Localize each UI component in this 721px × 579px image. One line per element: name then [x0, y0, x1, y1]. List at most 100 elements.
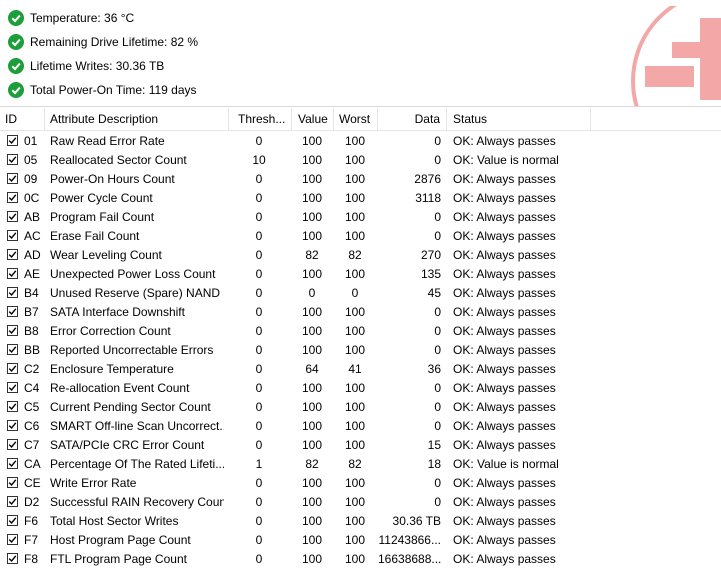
table-row[interactable]: F6 Total Host Sector Writes 0 100 100 30.36 T… — [0, 512, 721, 531]
ok-check-icon — [8, 10, 24, 26]
cell-id: AE — [24, 267, 41, 281]
cell-worst: 100 — [344, 191, 366, 205]
table-row[interactable]: 09 Power-On Hours Count 0 100 100 2876 OK: Alw… — [0, 170, 721, 189]
row-checkbox[interactable] — [7, 306, 18, 317]
checkmark-icon — [8, 137, 17, 145]
cell-data: 0 — [434, 400, 441, 414]
cell-description: Percentage Of The Rated Lifeti... — [50, 457, 224, 471]
cell-description: Unexpected Power Loss Count — [50, 267, 216, 281]
table-row[interactable]: D2 Successful RAIN Recovery Count 0 100 100 0… — [0, 493, 721, 512]
row-checkbox[interactable] — [7, 363, 18, 374]
table-row[interactable]: C4 Re-allocation Event Count 0 100 100 0 OK: A… — [0, 379, 721, 398]
cell-threshold: 0 — [255, 248, 263, 262]
column-header-id[interactable]: ID — [0, 108, 45, 130]
table-row[interactable]: C7 SATA/PCIe CRC Error Count 0 100 100 15 OK: … — [0, 436, 721, 455]
cell-worst: 0 — [351, 286, 359, 300]
row-checkbox[interactable] — [7, 496, 18, 507]
checkmark-icon — [8, 251, 17, 259]
checkmark-icon — [8, 555, 17, 563]
row-checkbox[interactable] — [7, 211, 18, 222]
ok-check-icon — [8, 82, 24, 98]
row-checkbox[interactable] — [7, 268, 18, 279]
cell-value: 100 — [301, 476, 323, 490]
row-checkbox[interactable] — [7, 287, 18, 298]
row-checkbox[interactable] — [7, 192, 18, 203]
column-header-worst[interactable]: Worst — [334, 108, 378, 130]
cell-data: 15 — [427, 438, 441, 452]
cell-value: 100 — [301, 419, 323, 433]
cell-id: 05 — [24, 153, 38, 167]
checkmark-icon — [8, 422, 17, 430]
column-header-status[interactable]: Status — [447, 108, 591, 130]
row-checkbox[interactable] — [7, 135, 18, 146]
row-checkbox[interactable] — [7, 515, 18, 526]
checkmark-icon — [8, 308, 17, 316]
checkmark-icon — [8, 156, 17, 164]
cell-id: C5 — [24, 400, 40, 414]
cell-value: 100 — [301, 172, 323, 186]
cell-description: Reallocated Sector Count — [50, 153, 187, 167]
table-row[interactable]: C2 Enclosure Temperature 0 64 41 36 OK: Always… — [0, 360, 721, 379]
cell-value: 100 — [301, 438, 323, 452]
column-header-value[interactable]: Value — [292, 108, 334, 130]
cell-status: OK: Value is normal — [453, 457, 559, 471]
cell-id: AC — [24, 229, 41, 243]
checkmark-icon — [8, 536, 17, 544]
column-header-threshold[interactable]: Thresh... — [229, 108, 292, 130]
checkmark-icon — [8, 365, 17, 373]
row-checkbox[interactable] — [7, 382, 18, 393]
table-row[interactable]: C6 SMART Off-line Scan Uncorrect... 0 100 10… — [0, 417, 721, 436]
temperature-text: Temperature: 36 °C — [30, 11, 135, 25]
row-checkbox[interactable] — [7, 401, 18, 412]
table-row[interactable]: AD Wear Leveling Count 0 82 82 270 OK: Always … — [0, 246, 721, 265]
cell-worst: 41 — [348, 362, 362, 376]
row-checkbox[interactable] — [7, 534, 18, 545]
table-row[interactable]: AE Unexpected Power Loss Count 0 100 100 135 O… — [0, 265, 721, 284]
cell-value: 100 — [301, 153, 323, 167]
row-checkbox[interactable] — [7, 249, 18, 260]
row-checkbox[interactable] — [7, 173, 18, 184]
table-row[interactable]: AB Program Fail Count 0 100 100 0 OK: Always p… — [0, 208, 721, 227]
table-row[interactable]: CE Write Error Rate 0 100 100 0 OK: Always pas… — [0, 474, 721, 493]
table-row[interactable]: F7 Host Program Page Count 0 100 100 11243866… — [0, 531, 721, 550]
cell-worst: 100 — [344, 476, 366, 490]
row-checkbox[interactable] — [7, 325, 18, 336]
row-checkbox[interactable] — [7, 344, 18, 355]
table-row[interactable]: B4 Unused Reserve (Spare) NAND ... 0 0 0 45 OK… — [0, 284, 721, 303]
row-checkbox[interactable] — [7, 154, 18, 165]
cell-value: 100 — [301, 533, 323, 547]
cell-description: Raw Read Error Rate — [50, 134, 165, 148]
row-checkbox[interactable] — [7, 477, 18, 488]
table-row[interactable]: AC Erase Fail Count 0 100 100 0 OK: Always pas… — [0, 227, 721, 246]
checkmark-icon — [8, 498, 17, 506]
table-row[interactable]: 01 Raw Read Error Rate 0 100 100 0 OK: Always … — [0, 132, 721, 151]
table-row[interactable]: C5 Current Pending Sector Count 0 100 100 0 OK… — [0, 398, 721, 417]
row-checkbox[interactable] — [7, 420, 18, 431]
checkmark-icon — [8, 270, 17, 278]
table-row[interactable]: B7 SATA Interface Downshift 0 100 100 0 OK: Al… — [0, 303, 721, 322]
column-header-data[interactable]: Data — [378, 108, 447, 130]
row-checkbox[interactable] — [7, 230, 18, 241]
summary-writes: Lifetime Writes: 30.36 TB — [8, 58, 164, 74]
table-row[interactable]: B8 Error Correction Count 0 100 100 0 OK: Alwa… — [0, 322, 721, 341]
cell-worst: 100 — [344, 343, 366, 357]
cell-value: 100 — [301, 514, 323, 528]
column-header-description[interactable]: Attribute Description — [45, 108, 229, 130]
row-checkbox[interactable] — [7, 553, 18, 564]
table-row[interactable]: CA Percentage Of The Rated Lifeti... 1 82 82… — [0, 455, 721, 474]
health-cross-logo-icon — [631, 6, 721, 106]
table-row[interactable]: F8 FTL Program Page Count 0 100 100 16638688.… — [0, 550, 721, 569]
cell-worst: 100 — [344, 438, 366, 452]
cell-value: 100 — [301, 267, 323, 281]
cell-threshold: 0 — [255, 400, 263, 414]
cell-description: FTL Program Page Count — [50, 552, 187, 566]
cell-value: 100 — [301, 495, 323, 509]
table-row[interactable]: BB Reported Uncorrectable Errors 0 100 100 0 O… — [0, 341, 721, 360]
table-row[interactable]: 05 Reallocated Sector Count 10 100 100 0 OK: V… — [0, 151, 721, 170]
cell-worst: 82 — [348, 248, 362, 262]
cell-worst: 100 — [344, 381, 366, 395]
table-row[interactable]: 0C Power Cycle Count 0 100 100 3118 OK: Always… — [0, 189, 721, 208]
row-checkbox[interactable] — [7, 458, 18, 469]
cell-status: OK: Always passes — [453, 381, 556, 395]
row-checkbox[interactable] — [7, 439, 18, 450]
